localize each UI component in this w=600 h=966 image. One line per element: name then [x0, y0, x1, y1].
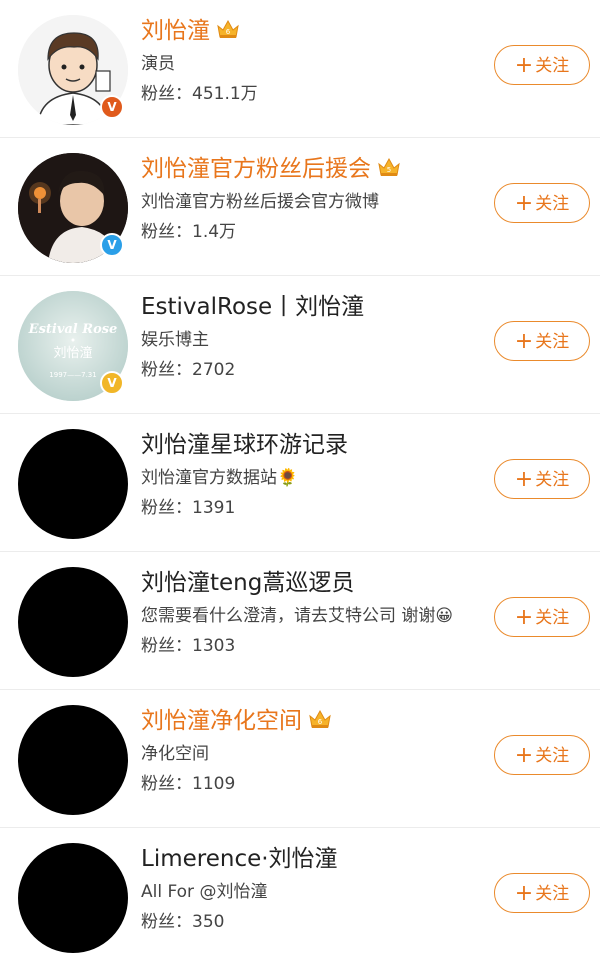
follow-label: 关注 [535, 470, 570, 490]
follow-label: 关注 [535, 608, 570, 628]
list-item[interactable]: V 刘怡潼 6 演员 粉丝：451.1万 + 关注 [0, 0, 600, 138]
user-list: V 刘怡潼 6 演员 粉丝：451.1万 + 关注 V 刘怡潼官方粉丝后援会 5… [0, 0, 600, 953]
avatar-subtext: 刘怡潼 [53, 345, 92, 361]
follow-button[interactable]: + 关注 [494, 321, 590, 361]
follow-button[interactable]: + 关注 [494, 45, 590, 85]
user-description: 娱乐博主 [141, 330, 209, 350]
user-description-text: 您需要看什么澄清，请去艾特公司 谢谢 [141, 606, 436, 626]
verified-badge-icon: V [100, 95, 124, 119]
user-name-text: 刘怡潼 [141, 18, 210, 44]
avatar-text: Estival Rose [28, 322, 118, 337]
user-description: 刘怡潼官方数据站🌻 [141, 464, 480, 492]
follow-button[interactable]: + 关注 [494, 873, 590, 913]
user-name[interactable]: 刘怡潼 6 [141, 14, 480, 48]
follow-label: 关注 [535, 746, 570, 766]
user-name-text: 刘怡潼净化空间 [141, 708, 302, 734]
fans-count: 粉丝：1303 [141, 636, 236, 656]
avatar-date: 1997——7.31 [49, 371, 96, 379]
list-item[interactable]: Limerence·刘怡潼 All For @刘怡潼 粉丝：350 + 关注 [0, 828, 600, 966]
avatar[interactable] [18, 705, 128, 815]
user-name[interactable]: 刘怡潼净化空间 6 [141, 704, 480, 738]
follow-button[interactable]: + 关注 [494, 459, 590, 499]
fans-count: 粉丝：1.4万 [141, 222, 237, 242]
follow-label: 关注 [535, 884, 570, 904]
user-name[interactable]: 刘怡潼星球环游记录 [141, 428, 480, 462]
fans-count: 粉丝：350 [141, 912, 225, 932]
user-description: 演员 [141, 54, 175, 74]
follow-button[interactable]: + 关注 [494, 597, 590, 637]
svg-text:6: 6 [318, 718, 323, 726]
follow-label: 关注 [535, 332, 570, 352]
plus-icon: + [514, 467, 534, 492]
plus-icon: + [514, 743, 534, 768]
crown-icon: 5 [378, 157, 400, 176]
list-item[interactable]: 刘怡潼teng蒿巡逻员 您需要看什么澄清，请去艾特公司 谢谢😀 粉丝：1303 … [0, 552, 600, 690]
user-name[interactable]: Limerence·刘怡潼 [141, 842, 480, 876]
user-name[interactable]: 刘怡潼官方粉丝后援会 5 [141, 152, 480, 186]
avatar[interactable]: Estival Rose 刘怡潼 1997——7.31 V [18, 291, 128, 401]
user-description: All For @刘怡潼 [141, 882, 268, 902]
fans-count: 粉丝：1109 [141, 774, 236, 794]
user-name-text: 刘怡潼官方粉丝后援会 [141, 156, 371, 182]
svg-text:6: 6 [226, 28, 231, 36]
list-item[interactable]: 刘怡潼星球环游记录 刘怡潼官方数据站🌻 粉丝：1391 + 关注 [0, 414, 600, 552]
list-item[interactable]: Estival Rose 刘怡潼 1997——7.31 V EstivalRos… [0, 276, 600, 414]
sunflower-icon: 🌻 [277, 468, 299, 488]
user-description: 净化空间 [141, 744, 209, 764]
fans-count: 粉丝：451.1万 [141, 84, 258, 104]
verified-badge-icon: V [100, 233, 124, 257]
fans-count: 粉丝：1391 [141, 498, 236, 518]
avatar[interactable]: V [18, 153, 128, 263]
plus-icon: + [514, 191, 534, 216]
avatar[interactable] [18, 843, 128, 953]
follow-button[interactable]: + 关注 [494, 735, 590, 775]
plus-icon: + [514, 881, 534, 906]
crown-icon: 6 [309, 709, 331, 728]
avatar[interactable] [18, 567, 128, 677]
crown-icon: 6 [217, 19, 239, 38]
plus-icon: + [514, 605, 534, 630]
list-item[interactable]: 刘怡潼净化空间 6 净化空间 粉丝：1109 + 关注 [0, 690, 600, 828]
follow-label: 关注 [535, 56, 570, 76]
svg-text:5: 5 [387, 166, 391, 174]
verified-badge-icon: V [100, 371, 124, 395]
avatar[interactable]: V [18, 15, 128, 125]
user-description: 刘怡潼官方粉丝后援会官方微博 [141, 192, 379, 212]
plus-icon: + [514, 329, 534, 354]
follow-button[interactable]: + 关注 [494, 183, 590, 223]
follow-label: 关注 [535, 194, 570, 214]
avatar[interactable] [18, 429, 128, 539]
user-description: 您需要看什么澄清，请去艾特公司 谢谢😀 [141, 602, 490, 630]
user-name[interactable]: EstivalRose丨刘怡潼 [141, 290, 480, 324]
user-name[interactable]: 刘怡潼teng蒿巡逻员 [141, 566, 490, 600]
list-item[interactable]: V 刘怡潼官方粉丝后援会 5 刘怡潼官方粉丝后援会官方微博 粉丝：1.4万 + 关注 [0, 138, 600, 276]
plus-icon: + [514, 53, 534, 78]
grinning-face-icon: 😀 [435, 606, 454, 626]
user-description-text: 刘怡潼官方数据站 [141, 468, 277, 488]
fans-count: 粉丝：2702 [141, 360, 236, 380]
